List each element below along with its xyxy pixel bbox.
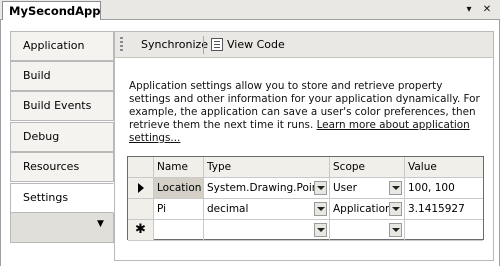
toolbar-grip-icon[interactable] — [120, 37, 123, 53]
scope-dropdown-icon[interactable] — [389, 223, 402, 237]
row-selector-current[interactable] — [128, 178, 154, 199]
cell-scope-value: Application — [333, 203, 392, 215]
tab-debug[interactable]: Debug — [10, 122, 114, 152]
scope-dropdown-icon[interactable] — [389, 181, 402, 195]
new-cell-value[interactable] — [405, 220, 483, 241]
synchronize-button[interactable]: Synchronize — [141, 37, 208, 53]
cell-name[interactable]: Pi — [154, 199, 204, 220]
cell-scope-value: User — [333, 182, 357, 194]
cell-type[interactable]: System.Drawing.Point — [204, 178, 330, 199]
document-tab[interactable]: MySecondApp — [2, 1, 101, 21]
view-code-button[interactable]: View Code — [227, 37, 285, 53]
tab-settings[interactable]: Settings — [10, 183, 114, 213]
cell-value[interactable]: 100, 100 — [405, 178, 483, 199]
type-dropdown-icon[interactable] — [314, 223, 327, 237]
cell-name[interactable]: Location — [154, 178, 204, 199]
type-dropdown-icon[interactable] — [314, 202, 327, 216]
nav-overflow: ▼ — [10, 213, 114, 243]
cell-type-value: System.Drawing.Point — [207, 182, 323, 194]
cell-value[interactable]: 3.1415927 — [405, 199, 483, 220]
column-header-value[interactable]: Value — [405, 157, 483, 178]
type-dropdown-icon[interactable] — [314, 181, 327, 195]
nav-scroll-down-icon[interactable]: ▼ — [97, 219, 104, 229]
settings-panel: Synchronize View Code Application settin… — [114, 31, 494, 261]
document-tab-strip: MySecondApp ▾ ✕ — [0, 0, 500, 21]
settings-grid[interactable]: Name Type Scope Value Location System.Dr… — [127, 156, 484, 241]
current-row-arrow-icon — [137, 183, 144, 193]
tab-build[interactable]: Build — [10, 61, 114, 91]
tab-resources[interactable]: Resources — [10, 152, 114, 182]
cell-scope[interactable]: User — [330, 178, 405, 199]
window-menu-icon[interactable]: ▾ — [462, 3, 476, 17]
new-cell-name[interactable] — [154, 220, 204, 241]
tab-application[interactable]: Application — [10, 31, 114, 61]
settings-toolbar: Synchronize View Code — [115, 32, 493, 58]
row-selector[interactable] — [128, 199, 154, 220]
new-row-asterisk-icon[interactable]: ✱ — [128, 220, 154, 241]
column-header-type[interactable]: Type — [204, 157, 330, 178]
grid-corner — [128, 157, 154, 178]
toolbar-separator — [203, 36, 204, 54]
scope-dropdown-icon[interactable] — [389, 202, 402, 216]
close-icon[interactable]: ✕ — [480, 3, 494, 17]
cell-type-value: decimal — [207, 203, 249, 215]
view-code-icon — [211, 38, 223, 51]
settings-description: Application settings allow you to store … — [129, 80, 485, 145]
column-header-scope[interactable]: Scope — [330, 157, 405, 178]
new-cell-scope[interactable] — [330, 220, 405, 241]
new-cell-type[interactable] — [204, 220, 330, 241]
designer-nav: Application Build Build Events Debug Res… — [10, 31, 114, 261]
tab-build-events[interactable]: Build Events — [10, 91, 114, 121]
cell-scope[interactable]: Application — [330, 199, 405, 220]
column-header-name[interactable]: Name — [154, 157, 204, 178]
cell-type[interactable]: decimal — [204, 199, 330, 220]
